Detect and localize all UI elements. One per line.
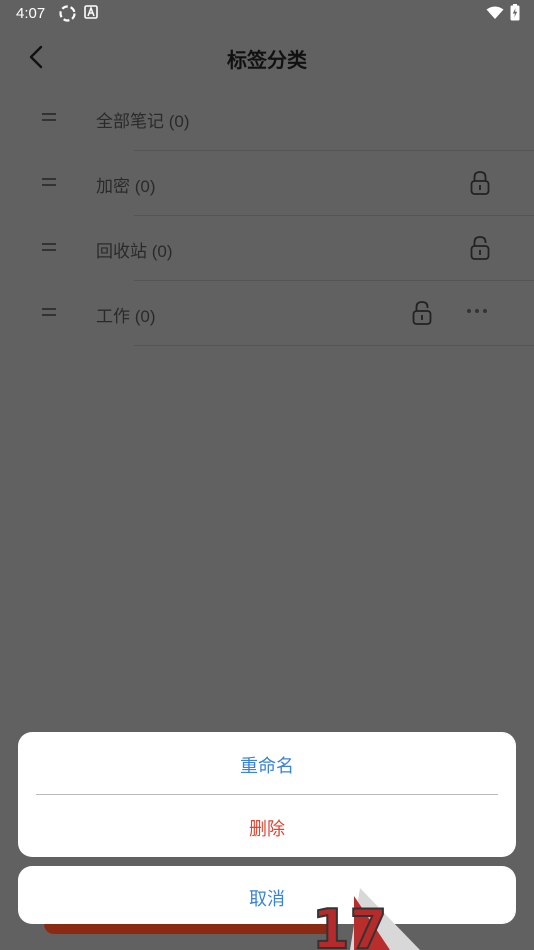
- lock-closed-icon[interactable]: [468, 169, 492, 197]
- drag-handle-icon[interactable]: [40, 238, 58, 256]
- drag-handle-icon[interactable]: [40, 303, 58, 321]
- sync-icon: [59, 5, 76, 22]
- rename-button[interactable]: 重命名: [18, 752, 516, 778]
- lock-open-icon[interactable]: [410, 299, 434, 327]
- list-item-label: 全部笔记 (0): [96, 112, 190, 131]
- drag-handle-icon[interactable]: [40, 173, 58, 191]
- app-notification-icon: [84, 5, 98, 19]
- tag-list: 全部笔记 (0) 加密 (0) 回收站 (0) 工作 (0): [0, 86, 534, 346]
- status-time: 4:07: [16, 5, 46, 22]
- cancel-button[interactable]: 取消: [18, 885, 516, 911]
- app-bar: 标签分类: [0, 28, 534, 86]
- list-item-label: 工作 (0): [96, 307, 156, 326]
- divider: [134, 345, 534, 346]
- delete-button[interactable]: 删除: [18, 815, 516, 841]
- status-icons-right: [486, 4, 520, 21]
- battery-charging-icon: [510, 4, 520, 21]
- badge-graphic: 17: [311, 888, 420, 950]
- action-sheet: 重命名 删除: [18, 732, 516, 857]
- list-item[interactable]: 回收站 (0): [0, 216, 534, 281]
- list-item-label: 回收站 (0): [96, 242, 173, 261]
- wifi-icon: [486, 6, 504, 19]
- page-title: 标签分类: [227, 50, 307, 72]
- list-item-label: 加密 (0): [96, 177, 156, 196]
- divider: [36, 794, 498, 795]
- lock-open-icon[interactable]: [468, 234, 492, 262]
- drag-handle-icon[interactable]: [40, 108, 58, 126]
- list-item[interactable]: 工作 (0): [0, 281, 534, 346]
- more-options-icon[interactable]: [464, 306, 490, 316]
- badge-number: 17: [312, 898, 387, 950]
- list-item[interactable]: 全部笔记 (0): [0, 86, 534, 151]
- status-icons-left: [59, 5, 98, 22]
- cancel-sheet: 取消: [18, 866, 516, 924]
- list-item[interactable]: 加密 (0): [0, 151, 534, 216]
- status-bar: 4:07: [0, 0, 534, 28]
